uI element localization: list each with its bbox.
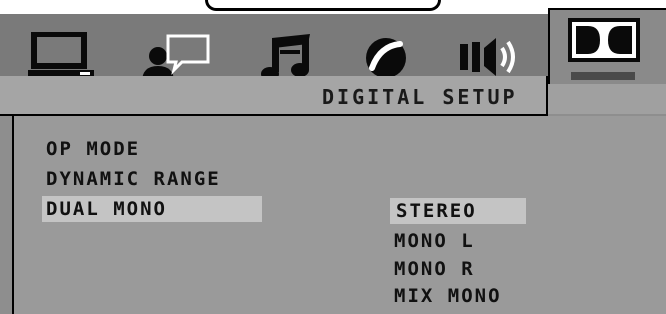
option-mono-r[interactable]: MONO R	[394, 256, 475, 282]
tab-icon-bar	[0, 14, 548, 82]
menu-item-op-mode[interactable]: OP MODE	[46, 136, 140, 162]
menu-item-dynamic-range[interactable]: DYNAMIC RANGE	[46, 166, 221, 192]
option-stereo[interactable]: STEREO	[390, 198, 526, 224]
title-strip-extension	[548, 84, 666, 114]
menu-item-dual-mono[interactable]: DUAL MONO	[42, 196, 262, 222]
monitor-icon[interactable]	[28, 32, 94, 80]
language-speech-icon[interactable]	[138, 32, 212, 82]
option-mono-l[interactable]: MONO L	[394, 228, 475, 254]
music-note-icon[interactable]	[258, 32, 312, 81]
active-tab-indicator	[571, 72, 635, 80]
dolby-digital-icon[interactable]	[568, 18, 640, 66]
divider	[546, 76, 548, 116]
page-title: DIGITAL SETUP	[322, 85, 518, 109]
video-disc-icon[interactable]	[362, 32, 410, 80]
top-arc-decoration	[205, 0, 441, 11]
option-mix-mono[interactable]: MIX MONO	[394, 283, 502, 309]
speaker-audio-icon[interactable]	[458, 32, 524, 80]
osd-screen: DIGITAL SETUP OP MODE DYNAMIC RANGE DUAL…	[0, 0, 666, 314]
